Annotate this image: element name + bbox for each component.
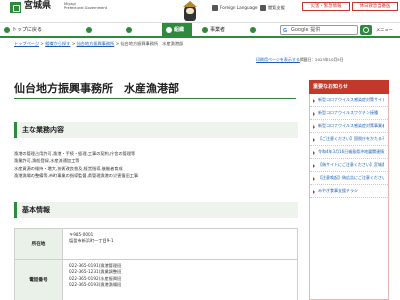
list-item[interactable]: 令和4年3月16日福島県沖地震関連情報 bbox=[310, 146, 388, 159]
title-divider bbox=[14, 98, 296, 99]
nav-item-business[interactable]: 事業者 bbox=[198, 23, 240, 37]
list-item[interactable]: 新型コロナウイルスワクチン接種 bbox=[310, 107, 388, 120]
breadcrumb-org-link[interactable]: 組織から探す bbox=[45, 41, 70, 46]
nav-item-5[interactable] bbox=[246, 23, 278, 37]
breadcrumb-office-link[interactable]: 仙台地方振興事務所 bbox=[77, 41, 115, 46]
foreign-language-link[interactable]: Foreign Language bbox=[212, 5, 258, 11]
breadcrumb-top-link[interactable]: トップページ bbox=[14, 41, 39, 46]
breadcrumb: トップページ > 組織から探す > 仙台地方振興事務所 > 仙台地方振興事務所 … bbox=[14, 41, 184, 46]
page-title: 仙台地方振興事務所 水産漁港部 bbox=[14, 82, 179, 95]
home-icon bbox=[4, 27, 10, 33]
table-row: 電話番号 022-365-0191(漁港管理班 022-365-1231(漁業調… bbox=[15, 260, 297, 300]
prefecture-logo-icon[interactable] bbox=[10, 2, 21, 13]
nav-1-icon bbox=[86, 27, 92, 33]
duty-line: 水産資源の維持・増大,技術改良普及,経営指導,後継者育成 bbox=[14, 165, 123, 171]
table-row: 所在地 〒985-0001 塩釜市新浜町一丁目9-1 bbox=[15, 229, 297, 260]
list-item[interactable]: みやぎ食事支援チラシ bbox=[310, 185, 388, 198]
nav-item-2[interactable] bbox=[122, 23, 152, 37]
tel-label: 電話番号 bbox=[15, 260, 63, 300]
globe-icon bbox=[212, 5, 218, 11]
list-item[interactable]: 【偽サイトにご注意ください】宮城県公式ウェブサイトの偽サイト bbox=[310, 159, 388, 172]
site-logo-subtitle: Miyagi Prefectural Government bbox=[64, 2, 108, 10]
notices-list: 新型コロナウイルス感染症対策サイト 新型コロナウイルスワクチン接種 新型コロナウ… bbox=[309, 94, 389, 300]
breadcrumb-current: 仙台地方振興事務所 水産漁港部 bbox=[120, 41, 184, 46]
duty-line: 漁業許可,漁船登録,水産流通加工等 bbox=[14, 158, 80, 164]
print-link[interactable]: 印刷用ページを表示する bbox=[256, 57, 300, 63]
nav-5-icon bbox=[250, 27, 256, 33]
address-label: 所在地 bbox=[15, 229, 63, 259]
site-logo-title[interactable]: 宮城県 bbox=[24, 1, 51, 12]
mascot-icon bbox=[182, 1, 198, 22]
emergency-clinic-button[interactable]: 休日救急当番医 bbox=[352, 2, 398, 11]
notices-heading: 重要なお知らせ bbox=[309, 80, 389, 94]
business-icon bbox=[202, 27, 208, 33]
nav-item-organization[interactable]: 組織 bbox=[162, 23, 192, 37]
organization-icon bbox=[166, 27, 172, 33]
nav-item-1[interactable] bbox=[82, 23, 106, 37]
site-header: 宮城県 Miyagi Prefectural Government Foreig… bbox=[0, 0, 400, 22]
menu-button[interactable]: メニュー bbox=[376, 25, 396, 35]
duty-line: 漁港の管理占用許可,漁港・手続・経理,工事の契約,庁舎の管理等 bbox=[14, 151, 136, 156]
disaster-info-button[interactable]: 災害・緊急情報 bbox=[302, 2, 350, 11]
important-notices: 重要なお知らせ 新型コロナウイルス感染症対策サイト 新型コロナウイルスワクチン接… bbox=[309, 80, 389, 300]
basic-info-table: 所在地 〒985-0001 塩釜市新浜町一丁目9-1 電話番号 022-365-… bbox=[14, 228, 298, 300]
list-item[interactable]: 新型コロナウイルス感染症対策事業者支援パッケージについて bbox=[310, 120, 388, 133]
duties-heading: 主な業務内容 bbox=[14, 122, 298, 138]
accessibility-icon bbox=[260, 5, 266, 11]
list-item[interactable]: 新型コロナウイルス感染症対策サイト bbox=[310, 94, 388, 107]
list-item[interactable]: 【注意喚起】偽広告にご注意ください（宮城県とは関係ありません） bbox=[310, 172, 388, 185]
reading-aid-link[interactable]: 閲覧支援 bbox=[260, 5, 285, 11]
search-input[interactable]: G Google 提供 bbox=[280, 25, 358, 35]
global-nav: トップに戻る 組織 事業者 G Google 提供 メニュー bbox=[0, 22, 400, 38]
address-value: 〒985-0001 塩釜市新浜町一丁目9-1 bbox=[63, 229, 297, 259]
search-button[interactable] bbox=[360, 25, 372, 35]
update-date: 掲載日：2023年10月5日 bbox=[300, 57, 344, 62]
nav-home[interactable]: トップに戻る bbox=[0, 23, 42, 37]
nav-2-icon bbox=[126, 27, 132, 33]
basic-info-heading: 基本情報 bbox=[14, 202, 298, 218]
tel-value: 022-365-0191(漁港管理班 022-365-1231(漁業調整班 02… bbox=[63, 260, 297, 300]
list-item[interactable]: 【ご注意ください】国税庁をかたる不審なショートメッセージ bbox=[310, 133, 388, 146]
duties-list: 漁港の管理占用許可,漁港・手続・経理,工事の契約,庁舎の管理等 漁業許可,漁船登… bbox=[14, 150, 298, 180]
google-icon: G bbox=[283, 28, 288, 34]
duty-line: 漁港漁場の整備等,市町事業の指導監督,県管理漁港の災害復旧工事 bbox=[14, 173, 139, 179]
